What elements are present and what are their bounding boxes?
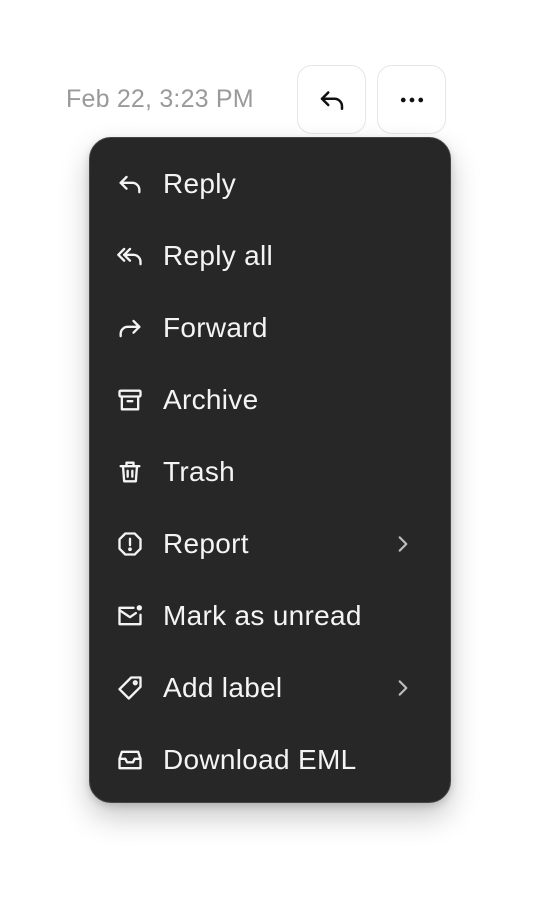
menu-item-label: Report	[163, 528, 249, 559]
tag-icon	[114, 672, 146, 704]
reply-icon	[317, 85, 347, 115]
archive-icon	[114, 384, 146, 416]
menu-item-label: Reply all	[163, 240, 274, 271]
menu-item-add-label[interactable]: Add label	[90, 652, 450, 724]
chevron-right-icon	[394, 532, 412, 556]
reply-button[interactable]	[297, 65, 366, 134]
reply-all-icon	[114, 240, 146, 272]
menu-item-label: Mark as unread	[163, 600, 362, 631]
menu-item-report[interactable]: Report	[90, 508, 450, 580]
chevron-right-icon	[394, 676, 412, 700]
menu-item-download-eml[interactable]: Download EML	[90, 724, 450, 796]
menu-item-reply-all[interactable]: Reply all	[90, 220, 450, 292]
menu-item-label: Add label	[163, 672, 283, 703]
email-message-header: Feb 22, 3:23 PM Reply Reply all Forward …	[0, 0, 538, 912]
message-timestamp: Feb 22, 3:23 PM	[66, 85, 254, 113]
menu-item-label: Download EML	[163, 744, 357, 775]
menu-item-forward[interactable]: Forward	[90, 292, 450, 364]
menu-item-mark-unread[interactable]: Mark as unread	[90, 580, 450, 652]
download-eml-icon	[114, 744, 146, 776]
more-horizontal-icon	[397, 85, 427, 115]
menu-item-archive[interactable]: Archive	[90, 364, 450, 436]
menu-item-label: Archive	[163, 384, 259, 415]
menu-item-label: Forward	[163, 312, 268, 343]
forward-icon	[114, 312, 146, 344]
report-icon	[114, 528, 146, 560]
more-options-button[interactable]	[377, 65, 446, 134]
reply-icon	[114, 168, 146, 200]
menu-item-reply[interactable]: Reply	[90, 148, 450, 220]
message-actions-menu: Reply Reply all Forward Archive Trash Re…	[89, 137, 451, 803]
menu-item-trash[interactable]: Trash	[90, 436, 450, 508]
mark-unread-icon	[114, 600, 146, 632]
trash-icon	[114, 456, 146, 488]
menu-item-label: Trash	[163, 456, 236, 487]
menu-item-label: Reply	[163, 168, 237, 199]
